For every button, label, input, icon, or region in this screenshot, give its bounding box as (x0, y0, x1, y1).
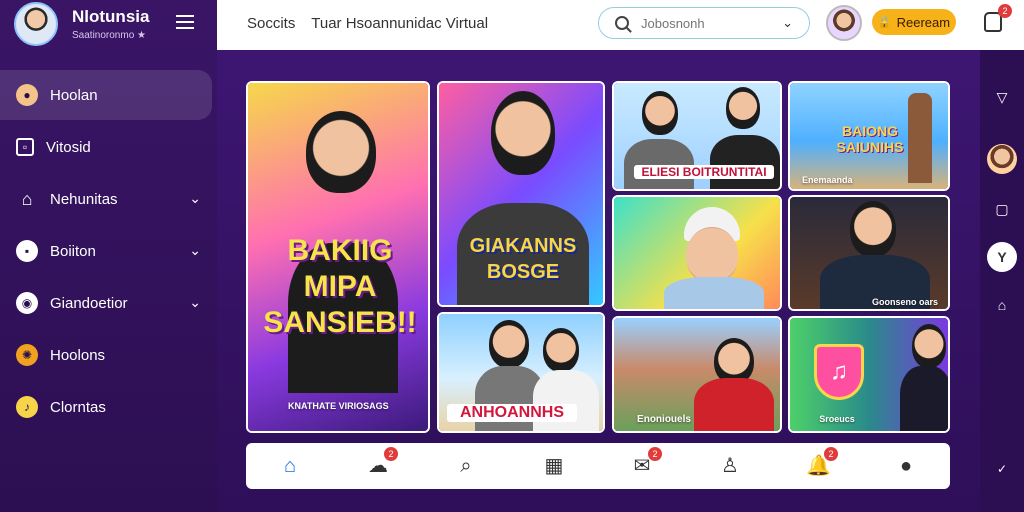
premium-button[interactable]: 🔒 Reeream (872, 9, 956, 35)
chevron-down-icon[interactable]: ⌄ (189, 242, 201, 259)
bag-icon: ▪ (16, 240, 38, 262)
house-icon: ⌂ (21, 188, 33, 209)
video-card[interactable]: BAIONG SAIUNIHS Enemaanda (788, 81, 950, 191)
top-link-soccits[interactable]: Soccits (247, 15, 295, 32)
notification-badge: 2 (648, 447, 662, 461)
card-caption: KNATHATE VIRIOSAGS (288, 401, 389, 411)
premium-button-label: Reeream (896, 14, 951, 30)
video-card[interactable]: ANHOANNHS (437, 312, 605, 433)
profile-icon[interactable]: ● (894, 454, 918, 478)
video-card[interactable] (612, 195, 782, 311)
top-links: Soccits Tuar Hsoannunidac Virtual (247, 15, 500, 32)
music-icon: ♪ (16, 396, 38, 418)
music-icon: ♫ (814, 344, 864, 400)
video-card[interactable]: Goonseno oars (788, 195, 950, 311)
filter-icon[interactable]: ▽ (987, 82, 1017, 112)
card-caption: Enoniouels (637, 414, 691, 425)
brand-subtitle: Saatinoronmo ★ (72, 30, 147, 41)
sidebar-item-label: Giandoetior (50, 294, 128, 312)
card-caption: Goonseno oars (871, 297, 938, 307)
card-title: ANHOANNHS (447, 404, 577, 422)
video-card[interactable]: Enoniouels (612, 316, 782, 433)
menu-icon[interactable] (176, 15, 194, 29)
cloud-icon[interactable]: ☁ 2 (366, 447, 398, 478)
avatar[interactable] (14, 2, 58, 46)
top-bar: Soccits Tuar Hsoannunidac Virtual ⌄ 🔒 Re… (217, 0, 1024, 50)
sidebar-item-label: Hoolons (50, 346, 106, 364)
sidebar-item-vitosid[interactable]: ▫ Vitosid (0, 122, 217, 172)
sidebar-item-label: Vitosid (46, 138, 91, 156)
chat-icon[interactable]: ▢ (987, 194, 1017, 224)
card-title: BAIONG SAIUNIHS (836, 123, 904, 155)
orb-icon: ● (16, 84, 38, 106)
brand-name: Nlotunsia (72, 7, 150, 26)
chevron-down-icon[interactable]: ⌄ (189, 190, 201, 207)
sidebar-item-label: Boiiton (50, 242, 96, 260)
sidebar-item-nehunitas[interactable]: ⌂ Nehunitas ⌄ (0, 174, 217, 224)
home-icon[interactable]: ⌂ (278, 454, 302, 478)
notification-badge: 2 (384, 447, 398, 461)
search-icon[interactable] (615, 16, 629, 30)
sidebar-item-giandoetior[interactable]: ◉ Giandoetior ⌄ (0, 278, 217, 328)
location-icon: ◉ (16, 292, 38, 314)
grid-icon[interactable]: ▦ (542, 454, 566, 478)
gear-icon: ✺ (16, 344, 38, 366)
card-caption: Enemaanda (802, 175, 853, 185)
chevron-down-icon[interactable]: ⌄ (782, 15, 793, 31)
card-caption: Sroeucs (819, 414, 855, 424)
video-card[interactable]: ELIESI BOITRUNTITAI (612, 81, 782, 191)
sidebar-item-label: Hoolan (50, 86, 98, 104)
sidebar-item-clorntas[interactable]: ♪ Clorntas (0, 382, 217, 432)
notification-badge: 2 (824, 447, 838, 461)
sidebar-nav: ● Hoolan ▫ Vitosid ⌂ Nehunitas ⌄ ▪ Boiit… (0, 70, 217, 434)
notification-badge: 2 (998, 4, 1012, 18)
card-title: BAKIIG MIPA SANSIEB!! (263, 234, 417, 339)
search-bar[interactable]: ⌄ (598, 7, 810, 39)
search-input[interactable] (641, 15, 771, 31)
sidebar-item-label: Clorntas (50, 398, 106, 416)
user-avatar[interactable] (826, 5, 862, 41)
video-card[interactable]: BAKIIG MIPA SANSIEB!! KNATHATE VIRIOSAGS (246, 81, 430, 433)
video-card[interactable]: GIAKANNS BOSGE (437, 81, 605, 307)
chevron-down-icon[interactable]: ⌄ (189, 294, 201, 311)
bottom-nav: ⌂ ☁ 2 ⌕ ▦ ✉ 2 ♙ 🔔 2 ● (246, 443, 950, 489)
lock-icon: 🔒 (877, 16, 892, 29)
chevron-down-icon[interactable]: ✓ (987, 454, 1017, 484)
sidebar-item-label: Nehunitas (50, 190, 118, 208)
home-icon[interactable]: ⌂ (987, 290, 1017, 320)
sidebar-item-hoolan[interactable]: ● Hoolan (0, 70, 212, 120)
sidebar-item-hoolons[interactable]: ✺ Hoolons (0, 330, 217, 380)
video-card[interactable]: ♫ Sroeucs (788, 316, 950, 433)
sidebar-item-boiiton[interactable]: ▪ Boiiton ⌄ (0, 226, 217, 276)
top-link-virtual[interactable]: Tuar Hsoannunidac Virtual (311, 15, 488, 32)
search-icon[interactable]: ⌕ (454, 454, 478, 478)
bell-icon[interactable]: 🔔 2 (806, 447, 838, 478)
y-icon[interactable]: Y (987, 242, 1017, 272)
card-title: ELIESI BOITRUNTITAI (634, 165, 774, 179)
sidebar: Nlotunsia Saatinoronmo ★ ● Hoolan ▫ Vito… (0, 0, 217, 512)
user-icon[interactable]: ♙ (718, 454, 742, 478)
card-title: GIAKANNS BOSGE (469, 235, 577, 283)
avatar[interactable] (987, 144, 1017, 174)
square-icon: ▫ (16, 138, 34, 156)
inbox-icon[interactable]: ✉ 2 (630, 447, 662, 478)
right-rail: ▽ ▢ Y ⌂ ✓ (980, 50, 1024, 512)
